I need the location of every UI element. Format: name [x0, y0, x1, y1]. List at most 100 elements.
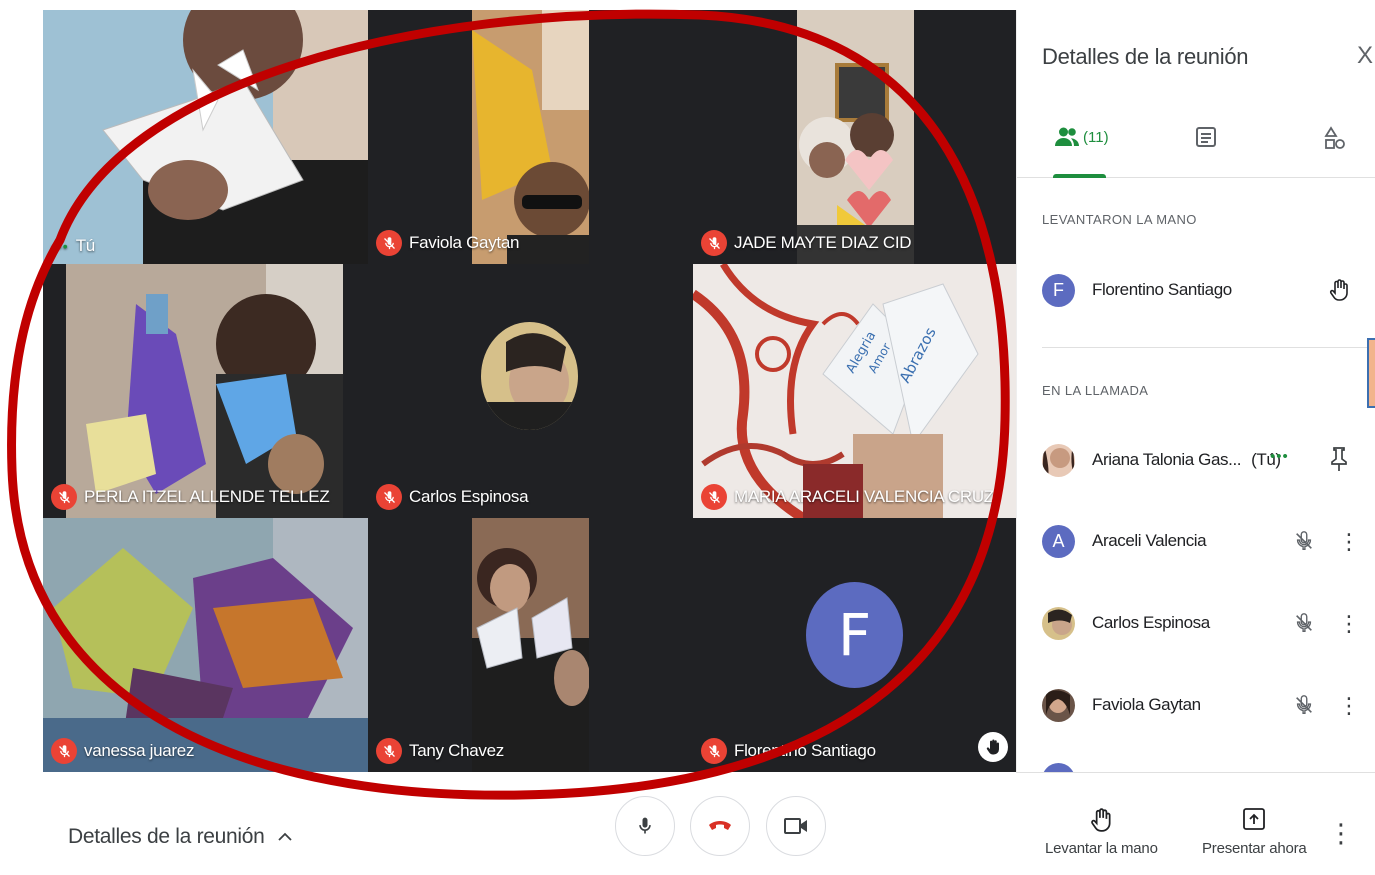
- tab-activities[interactable]: [1324, 126, 1346, 152]
- hang-up-icon: [709, 821, 731, 830]
- close-panel-button[interactable]: X: [1357, 42, 1373, 70]
- participant-name: Carlos Espinosa: [1092, 613, 1210, 632]
- camera-button[interactable]: [766, 796, 826, 856]
- participant-avatar: F: [806, 582, 903, 688]
- video-tile[interactable]: F Florentino Santiago: [693, 518, 1016, 772]
- participant-name: Faviola Gaytan: [409, 233, 520, 252]
- participant-video-image: Alegria Amor Abrazos: [693, 264, 1016, 518]
- video-tile[interactable]: Alegria Amor Abrazos MARIA ARACELI VALEN…: [693, 264, 1016, 518]
- pin-icon[interactable]: [1329, 446, 1349, 472]
- participant-name: Ariana Talonia Gas...: [1092, 450, 1242, 469]
- avatar-partial: [1042, 763, 1075, 772]
- video-feed: [43, 518, 368, 772]
- panel-scrollbar[interactable]: [1367, 338, 1375, 408]
- activities-icon: [1324, 126, 1345, 149]
- lower-hand-icon[interactable]: [1327, 277, 1351, 303]
- camera-icon: [784, 818, 807, 834]
- participant-name: Florentino Santiago: [1092, 280, 1232, 299]
- microphone-icon: [639, 817, 651, 834]
- mic-off-icon: [701, 484, 727, 510]
- video-tile[interactable]: JADE MAYTE DIAZ CID: [693, 10, 1016, 264]
- participant-row[interactable]: A Araceli Valencia ⋮: [1042, 516, 1372, 566]
- avatar: F: [1042, 273, 1075, 307]
- more-options-icon[interactable]: ⋮: [1338, 611, 1360, 637]
- participant-video-image: [43, 518, 368, 772]
- video-tile[interactable]: Faviola Gaytan: [368, 10, 693, 264]
- microphone-button[interactable]: [615, 796, 675, 856]
- mic-off-icon: [701, 738, 727, 764]
- present-now-label: Presentar ahora: [1202, 840, 1307, 857]
- avatar: A: [1042, 524, 1075, 558]
- video-feed: [66, 264, 343, 518]
- chevron-up-icon: [277, 832, 292, 841]
- participant-photo: [481, 322, 578, 430]
- mic-off-icon: [701, 230, 727, 256]
- panel-title: Detalles de la reunión: [1042, 44, 1249, 69]
- video-feed: [43, 10, 368, 264]
- mic-off-icon: [1293, 692, 1315, 718]
- mic-off-icon: [51, 484, 77, 510]
- participant-label: MARIA ARACELI VALENCIA CRUZ: [701, 484, 994, 510]
- active-tab-indicator: [1053, 174, 1106, 178]
- participant-row[interactable]: Faviola Gaytan ⋮: [1042, 680, 1372, 730]
- participant-name: Faviola Gaytan: [1092, 695, 1201, 714]
- participant-label: Carlos Espinosa: [376, 484, 529, 510]
- participant-row-self[interactable]: Ariana Talonia Gas... (Tú) •••: [1042, 435, 1372, 485]
- participant-name: Carlos Espinosa: [409, 487, 529, 506]
- more-options-icon[interactable]: ⋮: [1338, 693, 1360, 719]
- video-feed: [472, 518, 590, 772]
- meeting-details-toggle[interactable]: Detalles de la reunión: [68, 825, 293, 849]
- video-tile[interactable]: PERLA ITZEL ALLENDE TELLEZ: [43, 264, 368, 518]
- present-now-button[interactable]: Presentar ahora: [1202, 806, 1307, 857]
- participant-name: Tú: [75, 236, 96, 255]
- people-icon: [1055, 127, 1079, 146]
- participant-label: Tany Chavez: [376, 738, 504, 764]
- mic-off-icon: [1293, 610, 1315, 636]
- avatar: [1042, 443, 1075, 477]
- avatar: [1042, 606, 1075, 640]
- participant-row[interactable]: Carlos Espinosa ⋮: [1042, 598, 1372, 648]
- avatar-letter: F: [837, 601, 872, 669]
- video-grid: ••• Tú Faviola Gaytan JADE MAYTE DIAZ CI…: [43, 10, 1016, 772]
- leave-call-button[interactable]: [690, 796, 750, 856]
- chat-icon: [1196, 127, 1216, 147]
- more-options-button[interactable]: ⋮: [1328, 818, 1354, 849]
- video-tile[interactable]: Carlos Espinosa: [368, 264, 693, 518]
- mic-off-icon: [376, 738, 402, 764]
- raised-hand-row[interactable]: F Florentino Santiago: [1042, 265, 1372, 315]
- more-options-icon[interactable]: ⋮: [1338, 529, 1360, 555]
- raised-hands-heading: LEVANTARON LA MANO: [1042, 212, 1197, 227]
- tab-people[interactable]: (11): [1055, 126, 1109, 148]
- raise-hand-button[interactable]: Levantar la mano: [1045, 806, 1158, 857]
- video-tile[interactable]: Tany Chavez: [368, 518, 693, 772]
- participant-label: Faviola Gaytan: [376, 230, 519, 256]
- section-divider: [1042, 347, 1375, 348]
- participant-name: Florentino Santiago: [734, 741, 876, 760]
- mic-off-icon: [1293, 528, 1315, 554]
- participant-label: ••• Tú: [51, 236, 95, 256]
- present-screen-icon: [1243, 808, 1266, 830]
- meet-window: ••• Tú Faviola Gaytan JADE MAYTE DIAZ CI…: [0, 0, 1375, 875]
- raise-hand-label: Levantar la mano: [1045, 840, 1158, 857]
- speaking-indicator: •••: [1270, 448, 1289, 465]
- mic-off-icon: [51, 738, 77, 764]
- origami-dove-image: [43, 10, 368, 264]
- participant-label: PERLA ITZEL ALLENDE TELLEZ: [51, 484, 330, 510]
- video-tile-self[interactable]: ••• Tú: [43, 10, 368, 264]
- panel-footer-divider: [1016, 772, 1375, 773]
- participant-name: Tany Chavez: [409, 741, 504, 760]
- video-feed: [472, 10, 590, 264]
- participant-label: Florentino Santiago: [701, 738, 876, 764]
- panel-tabs: (11): [1017, 110, 1375, 178]
- participant-label: JADE MAYTE DIAZ CID: [701, 230, 912, 256]
- video-tile[interactable]: vanessa juarez: [43, 518, 368, 772]
- participant-avatar: [481, 322, 578, 430]
- meeting-details-panel: Detalles de la reunión X (11) LEVANTARON…: [1016, 10, 1375, 772]
- participant-video-image: [797, 10, 914, 264]
- raised-hand-icon: [978, 732, 1008, 762]
- tab-chat[interactable]: [1195, 126, 1217, 148]
- mic-off-icon: [376, 484, 402, 510]
- meeting-details-label: Detalles de la reunión: [68, 825, 265, 848]
- speaking-indicator: •••: [51, 238, 69, 254]
- participant-video-image: [472, 10, 590, 264]
